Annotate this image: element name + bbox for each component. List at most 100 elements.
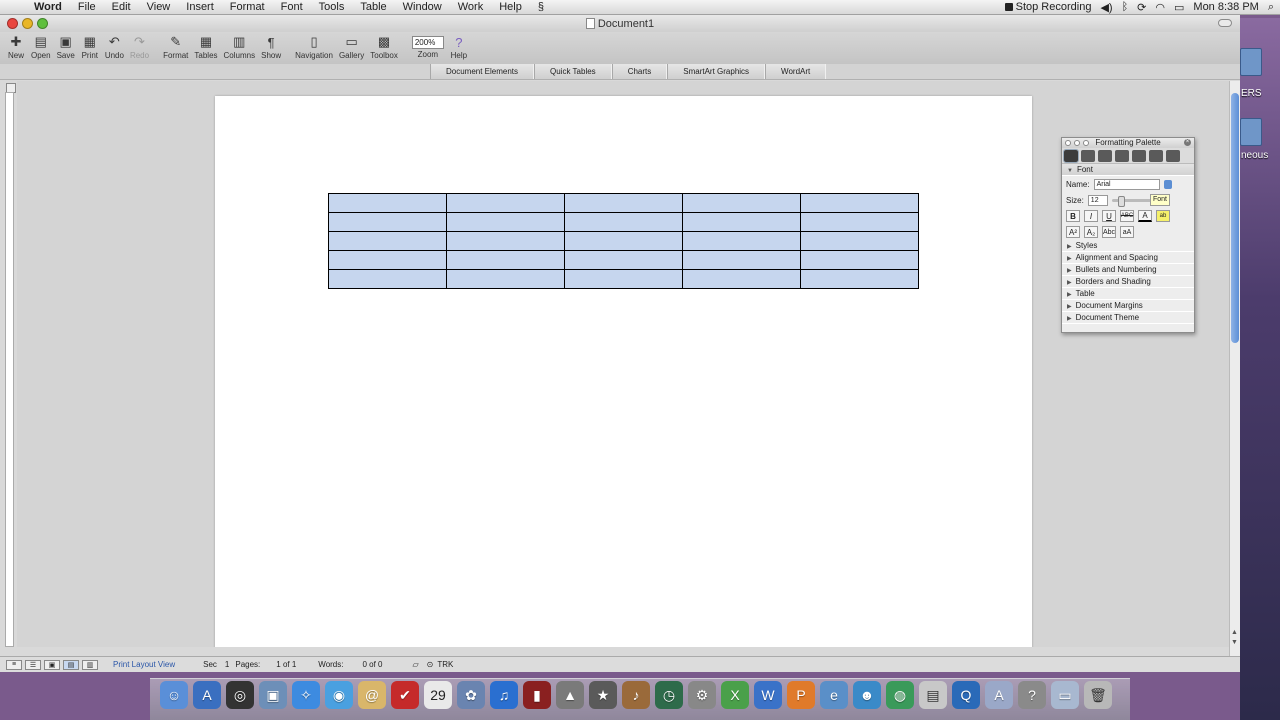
menu-word[interactable]: Word bbox=[26, 0, 70, 15]
palette-section-borders-shading[interactable]: ▶ Borders and Shading bbox=[1062, 276, 1194, 288]
table-cell[interactable] bbox=[328, 212, 447, 232]
battery-icon[interactable]: ▭ bbox=[1174, 1, 1184, 14]
table-cell[interactable] bbox=[564, 269, 683, 289]
menu-font[interactable]: Font bbox=[273, 0, 311, 15]
menu-edit[interactable]: Edit bbox=[104, 0, 139, 15]
underline-button[interactable]: U bbox=[1102, 210, 1116, 222]
table-cell[interactable] bbox=[682, 212, 801, 232]
quicktime-icon[interactable]: Q bbox=[952, 681, 980, 709]
palette-section-table[interactable]: ▶ Table bbox=[1062, 288, 1194, 300]
ichat-icon[interactable]: ◉ bbox=[325, 681, 353, 709]
palette-close-button[interactable] bbox=[1065, 140, 1071, 146]
system-preferences-icon[interactable]: ⚙ bbox=[688, 681, 716, 709]
highlight-button[interactable]: ab bbox=[1156, 210, 1170, 222]
tables-button[interactable]: ▦ Tables bbox=[191, 32, 220, 60]
help-button[interactable]: ? Help bbox=[447, 32, 471, 61]
project-palette-tab[interactable] bbox=[1166, 150, 1180, 162]
scrapbook-tab[interactable] bbox=[1115, 150, 1129, 162]
close-window-button[interactable] bbox=[7, 18, 18, 29]
table-cell[interactable] bbox=[446, 250, 565, 270]
save-button[interactable]: ▣ Save bbox=[54, 32, 78, 60]
tab-quick-tables[interactable]: Quick Tables bbox=[534, 64, 612, 79]
columns-button[interactable]: ▥ Columns bbox=[221, 32, 259, 60]
zoom-input[interactable]: 200% bbox=[411, 36, 444, 49]
dashboard-icon[interactable]: ◎ bbox=[226, 681, 254, 709]
menu-window[interactable]: Window bbox=[395, 0, 450, 15]
menu-format[interactable]: Format bbox=[222, 0, 273, 15]
navigation-button[interactable]: ▯ Navigation bbox=[292, 32, 336, 60]
all-caps-button[interactable]: aA bbox=[1120, 226, 1134, 238]
menu-table[interactable]: Table bbox=[352, 0, 394, 15]
table-cell[interactable] bbox=[446, 231, 565, 251]
scroll-up-arrow-icon[interactable]: ▲ bbox=[1231, 629, 1238, 636]
citations-tab[interactable] bbox=[1098, 150, 1112, 162]
zoom-window-button[interactable] bbox=[37, 18, 48, 29]
table-cell[interactable] bbox=[800, 250, 919, 270]
table-cell[interactable] bbox=[328, 250, 447, 270]
minimize-window-button[interactable] bbox=[22, 18, 33, 29]
table-cell[interactable] bbox=[682, 250, 801, 270]
bluetooth-icon[interactable]: ᛒ bbox=[1122, 1, 1129, 13]
powerpoint-icon[interactable]: P bbox=[787, 681, 815, 709]
italic-button[interactable]: I bbox=[1084, 210, 1098, 222]
table-cell[interactable] bbox=[328, 269, 447, 289]
messenger-icon[interactable]: ☻ bbox=[853, 681, 881, 709]
photo-booth-icon[interactable]: ▮ bbox=[523, 681, 551, 709]
preview-photos-icon[interactable]: ▲ bbox=[556, 681, 584, 709]
imovie-icon[interactable]: ★ bbox=[589, 681, 617, 709]
tab-wordart[interactable]: WordArt bbox=[765, 64, 827, 79]
small-caps-button[interactable]: Abc bbox=[1102, 226, 1116, 238]
palette-close-icon[interactable]: × bbox=[1184, 139, 1191, 146]
outline-view-button[interactable]: ☰ bbox=[25, 659, 41, 670]
volume-icon[interactable]: ◀) bbox=[1100, 1, 1112, 14]
table-cell[interactable] bbox=[800, 231, 919, 251]
show-button[interactable]: ¶ Show bbox=[258, 32, 284, 61]
table-cell[interactable] bbox=[682, 269, 801, 289]
vertical-ruler[interactable] bbox=[5, 92, 14, 647]
documents-folder-icon[interactable]: ▭ bbox=[1051, 681, 1079, 709]
font-name-input[interactable]: Arial bbox=[1093, 178, 1160, 190]
track-changes-icon[interactable]: ⊙ bbox=[427, 660, 434, 669]
spelling-status-icon[interactable]: ▱ bbox=[413, 660, 419, 669]
spotlight-icon[interactable]: ⌕ bbox=[1268, 1, 1274, 14]
table-cell[interactable] bbox=[328, 231, 447, 251]
draft-view-button[interactable]: ≡ bbox=[6, 659, 22, 670]
help-viewer-icon[interactable]: ? bbox=[1018, 681, 1046, 709]
formatting-palette-tab[interactable] bbox=[1063, 149, 1079, 163]
menu-view[interactable]: View bbox=[139, 0, 179, 15]
finder-icon[interactable]: ☺ bbox=[160, 681, 188, 709]
table-cell[interactable] bbox=[564, 250, 683, 270]
palette-zoom-button[interactable] bbox=[1083, 140, 1089, 146]
palette-section-document-margins[interactable]: ▶ Document Margins bbox=[1062, 300, 1194, 312]
sheet-icon[interactable]: ▤ bbox=[919, 681, 947, 709]
desktop-folder-icon[interactable] bbox=[1240, 118, 1262, 146]
tab-charts[interactable]: Charts bbox=[611, 64, 668, 79]
scroll-down-arrow-icon[interactable]: ▼ bbox=[1231, 639, 1238, 646]
table-cell[interactable] bbox=[800, 269, 919, 289]
table-cell[interactable] bbox=[682, 193, 801, 213]
wifi-icon[interactable]: ◠ bbox=[1155, 1, 1165, 14]
toolbar-toggle-button[interactable] bbox=[1218, 19, 1232, 27]
publishing-view-button[interactable]: ▣ bbox=[44, 659, 60, 670]
entourage-icon[interactable]: e bbox=[820, 681, 848, 709]
compatibility-report-tab[interactable] bbox=[1149, 150, 1163, 162]
sync-icon[interactable]: ⟳ bbox=[1137, 1, 1146, 14]
table-cell[interactable] bbox=[446, 193, 565, 213]
table-cell[interactable] bbox=[564, 231, 683, 251]
table-cell[interactable] bbox=[800, 212, 919, 232]
document-table[interactable] bbox=[328, 193, 919, 289]
vertical-scrollbar[interactable]: ▲ ▼ bbox=[1229, 81, 1240, 656]
new-button[interactable]: ✚ New bbox=[4, 32, 28, 60]
menu-insert[interactable]: Insert bbox=[178, 0, 222, 15]
itunes-icon[interactable]: ♫ bbox=[490, 681, 518, 709]
zoom-control[interactable]: 200% Zoom bbox=[409, 32, 447, 59]
strikethrough-button[interactable]: ABC bbox=[1120, 210, 1134, 222]
reference-tools-tab[interactable] bbox=[1132, 150, 1146, 162]
desktop-folder-icon[interactable] bbox=[1240, 48, 1262, 76]
app-store-icon[interactable]: A bbox=[193, 681, 221, 709]
table-cell[interactable] bbox=[446, 212, 565, 232]
things-icon[interactable]: ✔ bbox=[391, 681, 419, 709]
iphoto-icon[interactable]: ✿ bbox=[457, 681, 485, 709]
excel-icon[interactable]: X bbox=[721, 681, 749, 709]
palette-section-styles[interactable]: ▶ Styles bbox=[1062, 240, 1194, 252]
